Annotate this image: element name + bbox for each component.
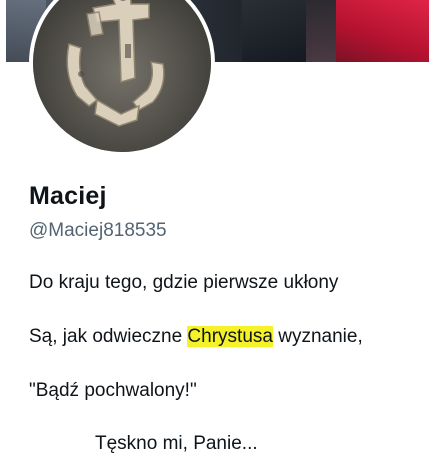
- bio-line-1: Do kraju tego, gdzie pierwsze ukłony: [29, 272, 339, 293]
- avatar[interactable]: [29, 0, 215, 156]
- bio-line-3: "Bądź pochwalony!": [29, 380, 197, 401]
- left-divider: [0, 62, 6, 470]
- bio-line-2: Są, jak odwieczne Chrystusa wyznanie,: [29, 326, 363, 348]
- profile-name: Maciej: [29, 182, 107, 210]
- anchor-sculpture-icon: [33, 0, 211, 152]
- bio-line-4: Tęskno mi, Panie...: [95, 433, 258, 454]
- highlighted-word: Chrystusa: [187, 326, 273, 347]
- bio-line-2-before: Są, jak odwieczne: [29, 326, 188, 347]
- profile-handle: @Maciej818535: [29, 220, 167, 241]
- bio-line-2-after: wyznanie,: [272, 326, 363, 347]
